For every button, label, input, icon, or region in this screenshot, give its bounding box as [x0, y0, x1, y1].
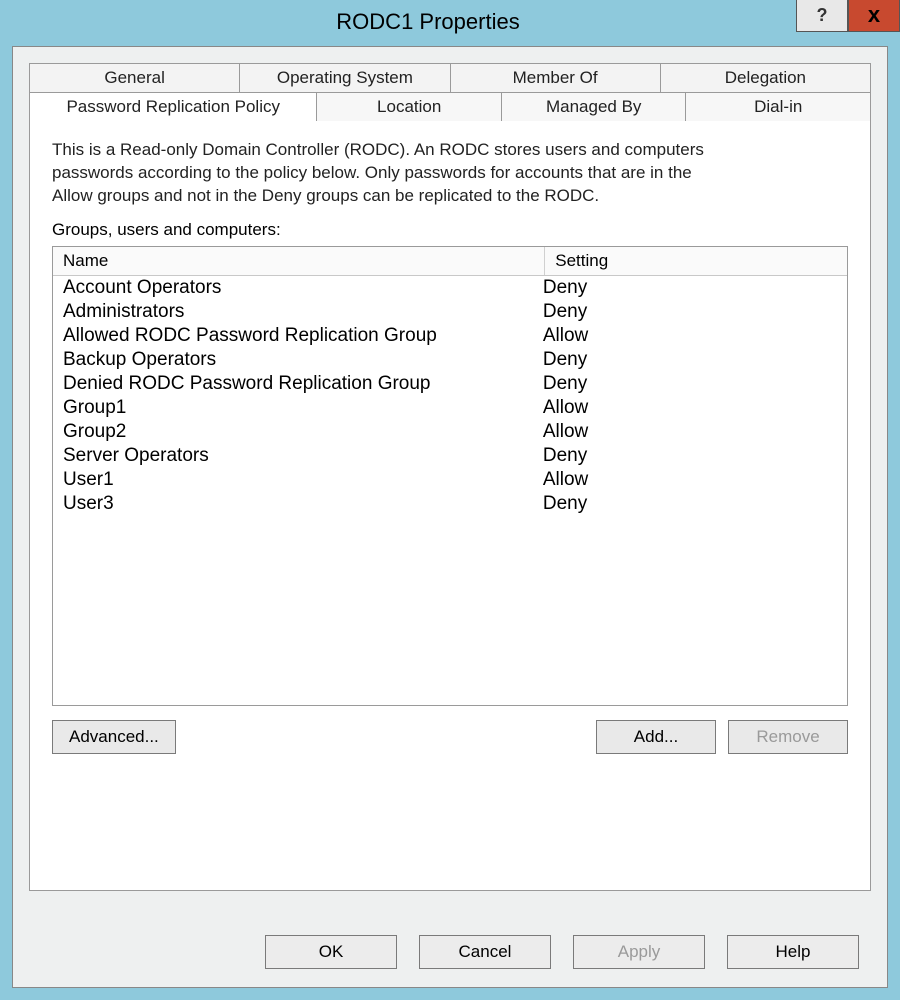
table-row[interactable]: AdministratorsDeny	[53, 300, 847, 324]
window: RODC1 Properties ? x General Operating S…	[0, 0, 900, 1000]
row-name: Denied RODC Password Replication Group	[63, 373, 543, 395]
remove-button: Remove	[728, 720, 848, 754]
policy-list[interactable]: Name Setting Account OperatorsDenyAdmini…	[52, 246, 848, 706]
title-buttons: ? x	[796, 0, 900, 44]
row-setting: Deny	[543, 349, 837, 371]
titlebar: RODC1 Properties ? x	[0, 0, 900, 44]
tab-general[interactable]: General	[29, 63, 240, 92]
list-header: Name Setting	[53, 247, 847, 276]
dialog-client: General Operating System Member Of Deleg…	[12, 46, 888, 988]
tabstrip: General Operating System Member Of Deleg…	[29, 63, 871, 121]
tab-location[interactable]: Location	[316, 92, 502, 121]
row-setting: Deny	[543, 277, 837, 299]
row-name: Group1	[63, 397, 543, 419]
row-name: Group2	[63, 421, 543, 443]
row-name: Allowed RODC Password Replication Group	[63, 325, 543, 347]
table-row[interactable]: Account OperatorsDeny	[53, 276, 847, 300]
table-row[interactable]: User1Allow	[53, 468, 847, 492]
tab-operating-system[interactable]: Operating System	[239, 63, 450, 92]
row-name: Account Operators	[63, 277, 543, 299]
tab-row-1: General Operating System Member Of Deleg…	[29, 63, 871, 92]
tab-managed-by[interactable]: Managed By	[501, 92, 687, 121]
add-button[interactable]: Add...	[596, 720, 716, 754]
list-body: Account OperatorsDenyAdministratorsDenyA…	[53, 276, 847, 516]
advanced-button[interactable]: Advanced...	[52, 720, 176, 754]
row-setting: Allow	[543, 397, 837, 419]
table-row[interactable]: Denied RODC Password Replication GroupDe…	[53, 372, 847, 396]
apply-button: Apply	[573, 935, 705, 969]
column-setting[interactable]: Setting	[545, 247, 847, 275]
row-name: User3	[63, 493, 543, 515]
tab-row-2: Password Replication Policy Location Man…	[29, 92, 871, 121]
tab-password-replication-policy[interactable]: Password Replication Policy	[29, 92, 317, 121]
row-name: Backup Operators	[63, 349, 543, 371]
row-setting: Deny	[543, 373, 837, 395]
row-setting: Allow	[543, 325, 837, 347]
column-name[interactable]: Name	[53, 247, 545, 275]
list-buttons: Advanced... Add... Remove	[52, 720, 848, 754]
row-setting: Allow	[543, 469, 837, 491]
row-name: Server Operators	[63, 445, 543, 467]
row-setting: Deny	[543, 445, 837, 467]
tab-dial-in[interactable]: Dial-in	[685, 92, 871, 121]
cancel-button[interactable]: Cancel	[419, 935, 551, 969]
window-title: RODC1 Properties	[0, 9, 796, 35]
tab-body: This is a Read-only Domain Controller (R…	[29, 121, 871, 891]
table-row[interactable]: User3Deny	[53, 492, 847, 516]
policy-description: This is a Read-only Domain Controller (R…	[52, 139, 732, 208]
tab-delegation[interactable]: Delegation	[660, 63, 871, 92]
table-row[interactable]: Server OperatorsDeny	[53, 444, 847, 468]
ok-button[interactable]: OK	[265, 935, 397, 969]
help-button[interactable]: Help	[727, 935, 859, 969]
dialog-footer: OK Cancel Apply Help	[13, 935, 887, 969]
tab-member-of[interactable]: Member Of	[450, 63, 661, 92]
row-setting: Deny	[543, 301, 837, 323]
row-name: Administrators	[63, 301, 543, 323]
list-label: Groups, users and computers:	[52, 220, 848, 240]
table-row[interactable]: Allowed RODC Password Replication GroupA…	[53, 324, 847, 348]
close-icon[interactable]: x	[848, 0, 900, 32]
row-setting: Deny	[543, 493, 837, 515]
row-name: User1	[63, 469, 543, 491]
table-row[interactable]: Group1Allow	[53, 396, 847, 420]
help-icon[interactable]: ?	[796, 0, 848, 32]
table-row[interactable]: Backup OperatorsDeny	[53, 348, 847, 372]
row-setting: Allow	[543, 421, 837, 443]
table-row[interactable]: Group2Allow	[53, 420, 847, 444]
